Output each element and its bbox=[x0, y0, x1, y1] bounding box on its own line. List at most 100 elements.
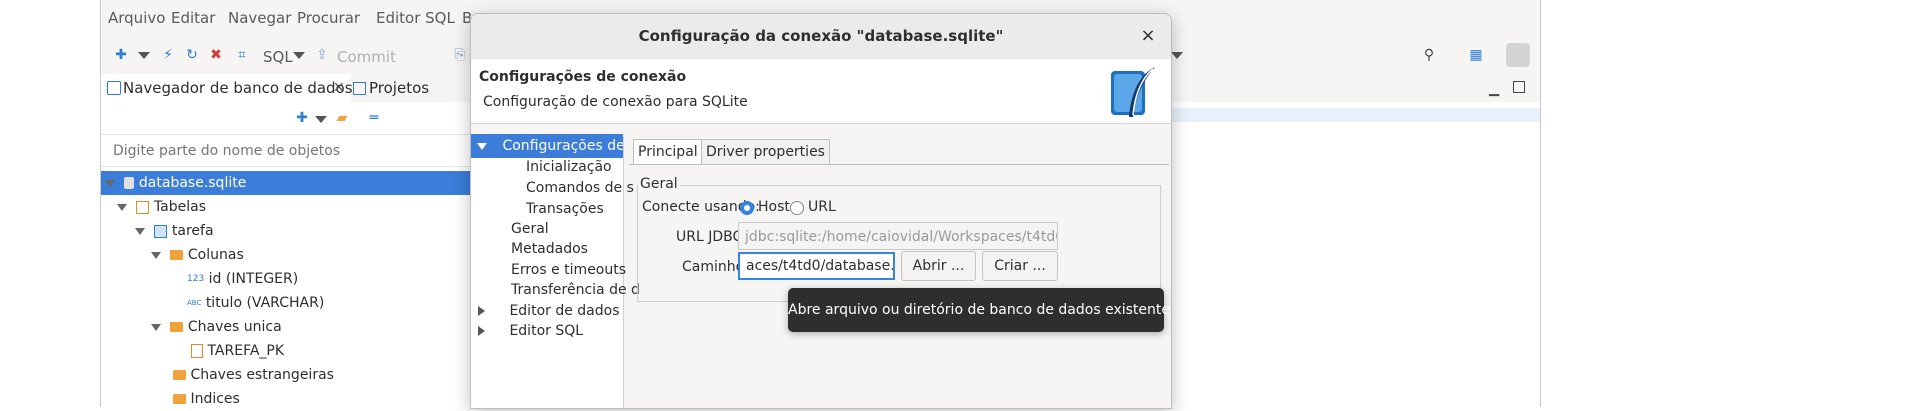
table-icon bbox=[154, 224, 168, 238]
sql-button-label[interactable]: SQL bbox=[263, 48, 293, 66]
tree-item-label: id (INTEGER) bbox=[208, 271, 299, 287]
tab-navigator[interactable]: Navegador de banco de dados ✕ bbox=[101, 74, 353, 104]
tree-item-label: Chaves estrangeiras bbox=[190, 367, 334, 383]
create-button[interactable]: Criar ... bbox=[982, 251, 1058, 281]
maximize-icon[interactable] bbox=[1513, 81, 1525, 93]
background-window-left bbox=[0, 0, 101, 407]
sqlite-feather-icon bbox=[1109, 65, 1159, 121]
tab-projects-label: Projetos bbox=[369, 79, 430, 97]
header-subtitle: Configuração de conexão para SQLite bbox=[483, 94, 748, 110]
chevron-down-icon[interactable] bbox=[117, 203, 127, 211]
collapse-all-icon[interactable]: ═ bbox=[365, 109, 383, 127]
tree-item-table[interactable]: tarefa bbox=[135, 219, 214, 243]
menu-procurar[interactable]: Procurar bbox=[297, 9, 360, 27]
tree-item-label: TAREFA_PK bbox=[207, 343, 285, 359]
connect-icon[interactable]: ⚡ bbox=[159, 46, 177, 64]
folder-icon bbox=[170, 250, 184, 260]
chevron-right-icon[interactable] bbox=[478, 306, 485, 316]
section-label: Editor SQL bbox=[509, 323, 584, 339]
tab-divider bbox=[629, 164, 1169, 165]
new-connection-icon[interactable]: ✚ bbox=[293, 109, 311, 127]
search-icon[interactable]: ⚲ bbox=[1420, 46, 1438, 64]
menu-editor-sql[interactable]: Editor SQL bbox=[376, 9, 455, 27]
folder-icon bbox=[170, 322, 184, 332]
key-icon bbox=[191, 344, 203, 358]
path-field[interactable]: aces/t4td0/database.sqlite bbox=[738, 252, 895, 280]
tree-item-label: titulo (VARCHAR) bbox=[205, 295, 325, 311]
tree-item-columns[interactable]: Colunas bbox=[151, 243, 244, 267]
menu-arquivo[interactable]: Arquivo bbox=[108, 9, 165, 27]
search-input[interactable] bbox=[105, 137, 477, 165]
tree-item-unique-keys[interactable]: Chaves unica bbox=[151, 315, 282, 339]
chevron-down-icon[interactable] bbox=[138, 52, 150, 59]
dialog-titlebar: Configuração da conexão "database.sqlite… bbox=[471, 14, 1171, 60]
sqlite-icon bbox=[124, 177, 135, 189]
radio-url[interactable] bbox=[790, 201, 804, 215]
section-label: Transferência de d bbox=[511, 282, 640, 298]
background-window-right bbox=[1540, 0, 1912, 407]
section-label: Erros e timeouts bbox=[511, 262, 627, 278]
new-folder-icon[interactable]: ▰ bbox=[333, 109, 351, 127]
minimize-icon[interactable]: ▁ bbox=[1489, 82, 1499, 97]
jdbc-url-field[interactable]: jdbc:sqlite:/home/caiovidal/Workspaces/t… bbox=[738, 222, 1058, 250]
tree-item-label: Chaves unica bbox=[187, 319, 282, 335]
dialog-header: Configurações de conexão Configuração de… bbox=[471, 59, 1171, 124]
chevron-down-icon[interactable] bbox=[151, 323, 161, 331]
chevron-down-icon[interactable] bbox=[1171, 52, 1183, 59]
commit-icon: ⇪ bbox=[316, 47, 328, 63]
tree-item-label: Indices bbox=[190, 391, 240, 407]
chevron-right-icon[interactable] bbox=[478, 326, 485, 336]
chevron-down-icon[interactable] bbox=[105, 179, 115, 187]
tree-item-tables[interactable]: Tabelas bbox=[117, 195, 206, 219]
section-sql-editor[interactable]: Editor SQL bbox=[471, 319, 623, 343]
tree-item-indexes[interactable]: Indices bbox=[173, 387, 240, 411]
new-connection-icon[interactable]: ✚ bbox=[112, 46, 130, 64]
tree-item-foreign-keys[interactable]: Chaves estrangeiras bbox=[173, 363, 334, 387]
tree-item-column[interactable]: 123 id (INTEGER) bbox=[187, 267, 298, 291]
radio-url-label[interactable]: URL bbox=[808, 199, 836, 215]
chevron-down-icon[interactable] bbox=[477, 142, 487, 150]
avatar[interactable] bbox=[1506, 43, 1530, 67]
chevron-down-icon[interactable] bbox=[315, 116, 327, 123]
group-title: Geral bbox=[638, 176, 680, 192]
open-button-tooltip: Abre arquivo ou diretório de banco de da… bbox=[788, 288, 1170, 332]
commit-button-label[interactable]: Commit bbox=[337, 48, 396, 66]
chevron-down-icon[interactable] bbox=[293, 52, 305, 59]
perspective-icon[interactable]: ▦ bbox=[1467, 46, 1485, 64]
tree-item-label: Colunas bbox=[187, 247, 244, 263]
chevron-down-icon[interactable] bbox=[135, 227, 145, 235]
header-title: Configurações de conexão bbox=[479, 69, 687, 85]
tree-item-label: tarefa bbox=[171, 223, 214, 239]
navigator-toolbar: ✚ ▰ ═ bbox=[101, 102, 471, 135]
menu-editar[interactable]: Editar bbox=[171, 9, 215, 27]
database-icon bbox=[107, 81, 121, 95]
section-label: Comandos de s bbox=[526, 180, 634, 196]
tree-item-column[interactable]: ABC titulo (VARCHAR) bbox=[187, 291, 324, 315]
disconnect-icon[interactable]: ✖ bbox=[207, 46, 225, 64]
settings-section-list: Configurações de Inicialização Comandos … bbox=[471, 134, 640, 408]
menu-navegar[interactable]: Navegar bbox=[228, 9, 291, 27]
close-icon[interactable]: × bbox=[1136, 24, 1160, 48]
general-group: Geral Conecte usando: Host URL URL JDBC:… bbox=[637, 176, 1161, 302]
jdbc-url-label: URL JDBC: bbox=[676, 229, 747, 245]
integer-type-icon: 123 bbox=[187, 274, 205, 284]
project-icon bbox=[353, 82, 366, 95]
folder-icon bbox=[173, 370, 186, 380]
tab-projects[interactable]: Projetos bbox=[353, 74, 473, 102]
close-icon[interactable]: ✕ bbox=[333, 74, 345, 102]
tab-driver-properties[interactable]: Driver properties bbox=[701, 139, 830, 164]
radio-host[interactable] bbox=[740, 201, 754, 215]
open-button[interactable]: Abrir ... bbox=[901, 251, 976, 281]
text-type-icon: ABC bbox=[187, 299, 202, 307]
radio-host-label[interactable]: Host bbox=[758, 199, 790, 215]
chevron-down-icon[interactable] bbox=[151, 251, 161, 259]
tab-principal[interactable]: Principal bbox=[633, 139, 703, 164]
sql-editor-icon[interactable]: ⌗ bbox=[233, 46, 251, 64]
section-label: Inicialização bbox=[526, 159, 612, 175]
database-navigator: ✚ ▰ ═ database.sqlite Tabelas tarefa Co bbox=[101, 102, 477, 407]
settings-pane: Principal Driver properties Geral Conect… bbox=[629, 137, 1171, 408]
invalidate-icon[interactable]: ↻ bbox=[183, 46, 201, 64]
tables-icon bbox=[136, 200, 150, 214]
tree-item-connection[interactable]: database.sqlite bbox=[101, 171, 471, 195]
tree-item-key[interactable]: TAREFA_PK bbox=[191, 339, 284, 363]
